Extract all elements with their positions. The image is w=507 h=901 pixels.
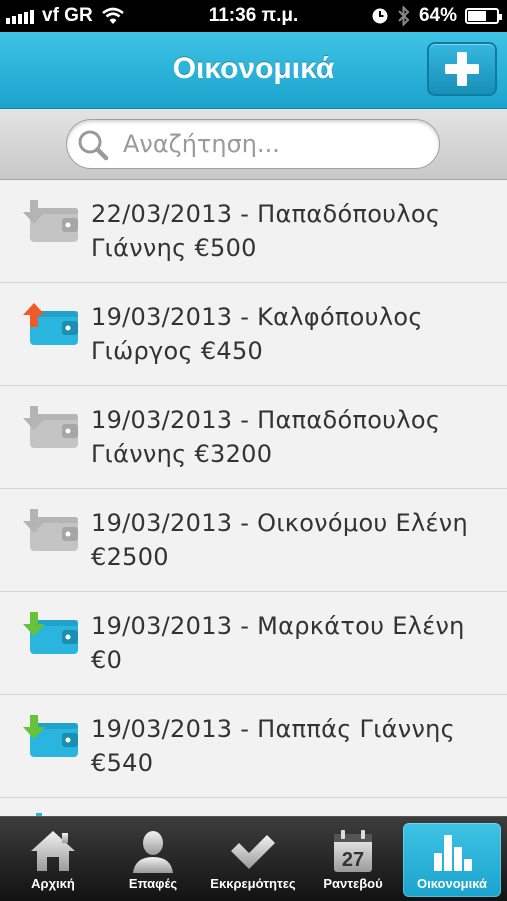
plus-icon [445,52,479,86]
tab-label: Επαφές [128,876,178,891]
tab-finance[interactable]: Οικονομικά [403,823,501,897]
list-item-text: 19/03/2013 - Οικονόμου Ελένη €2500 [91,506,493,574]
tab-label: Ραντεβού [323,876,383,891]
person-icon [133,831,173,873]
bar-chart-icon [434,835,472,871]
list-item[interactable]: 22/03/2013 - Παπαδόπουλος Γιάννης €500 [0,180,507,283]
list-item-title: 19/03/2013 - Παπαδόπουλος [91,406,441,434]
list-item[interactable]: 19/03/2013 - Μαρκάτου Ελένη €0 [0,592,507,695]
battery-icon [465,8,502,24]
transaction-list[interactable]: 22/03/2013 - Παπαδόπουλος Γιάννης €500 1… [0,180,507,816]
list-item-amount: €540 [91,749,154,777]
list-item[interactable]: 19/03/2013 - Παπαδόπουλος Γιάννης €3200 [0,386,507,489]
list-item-amount: €2500 [91,543,169,571]
tab-contacts[interactable]: Επαφές [104,823,202,897]
wallet-arrow-icon [20,198,80,248]
list-item-amount: Γιάννης €500 [91,234,257,262]
list-item-title: 19/03/2013 - Οικονόμου Ελένη [91,509,469,537]
list-item-amount: €0 [91,646,123,674]
wallet-arrow-icon [20,804,80,816]
bluetooth-icon [398,6,410,26]
list-item-text: 19/03/2013 - Παππάς Γιάννης €540 [91,712,493,780]
tab-home[interactable]: Αρχική [4,823,102,897]
list-item-text: 19/03/2013 - Καλφόπουλος Γιώργος €450 [91,300,493,368]
battery-percent: 64% [418,5,457,26]
list-item[interactable]: 19/03/2013 - Οικονόμου Ελένη €2500 [0,489,507,592]
list-item-amount: Γιάννης €3200 [91,440,273,468]
list-item[interactable]: 19/03/2013 - Παππάς Γιάννης €540 [0,695,507,798]
wallet-arrow-icon [20,713,80,763]
search-field[interactable] [66,119,440,169]
list-item-text: 22/03/2013 - Παπαδόπουλος Γιάννης €500 [91,197,493,265]
wallet-arrow-icon [20,404,80,454]
tab-label: Αρχική [31,876,75,891]
wallet-arrow-icon [20,610,80,660]
tab-appointments[interactable]: 27 Ραντεβού [304,823,402,897]
list-item-title: 19/03/2013 - Παππάς Γιάννης [91,715,456,743]
list-item-text: 19/03/2013 - Μαρκάτου Ελένη €0 [91,609,493,677]
status-right: 64% [371,5,502,27]
tab-label: Εκκρεμότητες [210,876,296,891]
calendar-icon: 27 [334,830,372,872]
calendar-day: 27 [342,849,364,871]
tab-bar: Αρχική Επαφές Εκκρεμότητες 27 Ραντεβού Ο… [0,816,507,901]
search-bar [0,109,507,180]
list-item-text: 19/03/2013 - Παπαδόπουλος Γιάννης €3200 [91,403,493,471]
list-item-title: 19/03/2013 - Μαρκάτου Ελένη [91,612,465,640]
search-icon [78,130,109,161]
status-bar: vf GR 11:36 π.μ. 64% [0,0,507,32]
list-item[interactable]: 19/03/2013 - Καλφόπουλος Γιώργος €450 [0,283,507,386]
tab-pending[interactable]: Εκκρεμότητες [204,823,302,897]
home-icon [31,831,75,871]
battery-fill [468,11,486,21]
add-button[interactable] [427,42,497,96]
search-input[interactable] [123,126,423,162]
nav-bar: Οικονομικά [0,32,507,109]
tab-label: Οικονομικά [416,876,488,891]
checkmark-icon [231,835,275,869]
list-item-title: 19/03/2013 - Καλφόπουλος [91,303,423,331]
alarm-icon [372,8,388,24]
list-item-title: 22/03/2013 - Παπαδόπουλος [91,200,441,228]
list-item-partial[interactable] [0,798,507,816]
wallet-arrow-icon [20,301,80,351]
wallet-arrow-icon [20,507,80,557]
list-item-amount: Γιώργος €450 [91,337,264,365]
